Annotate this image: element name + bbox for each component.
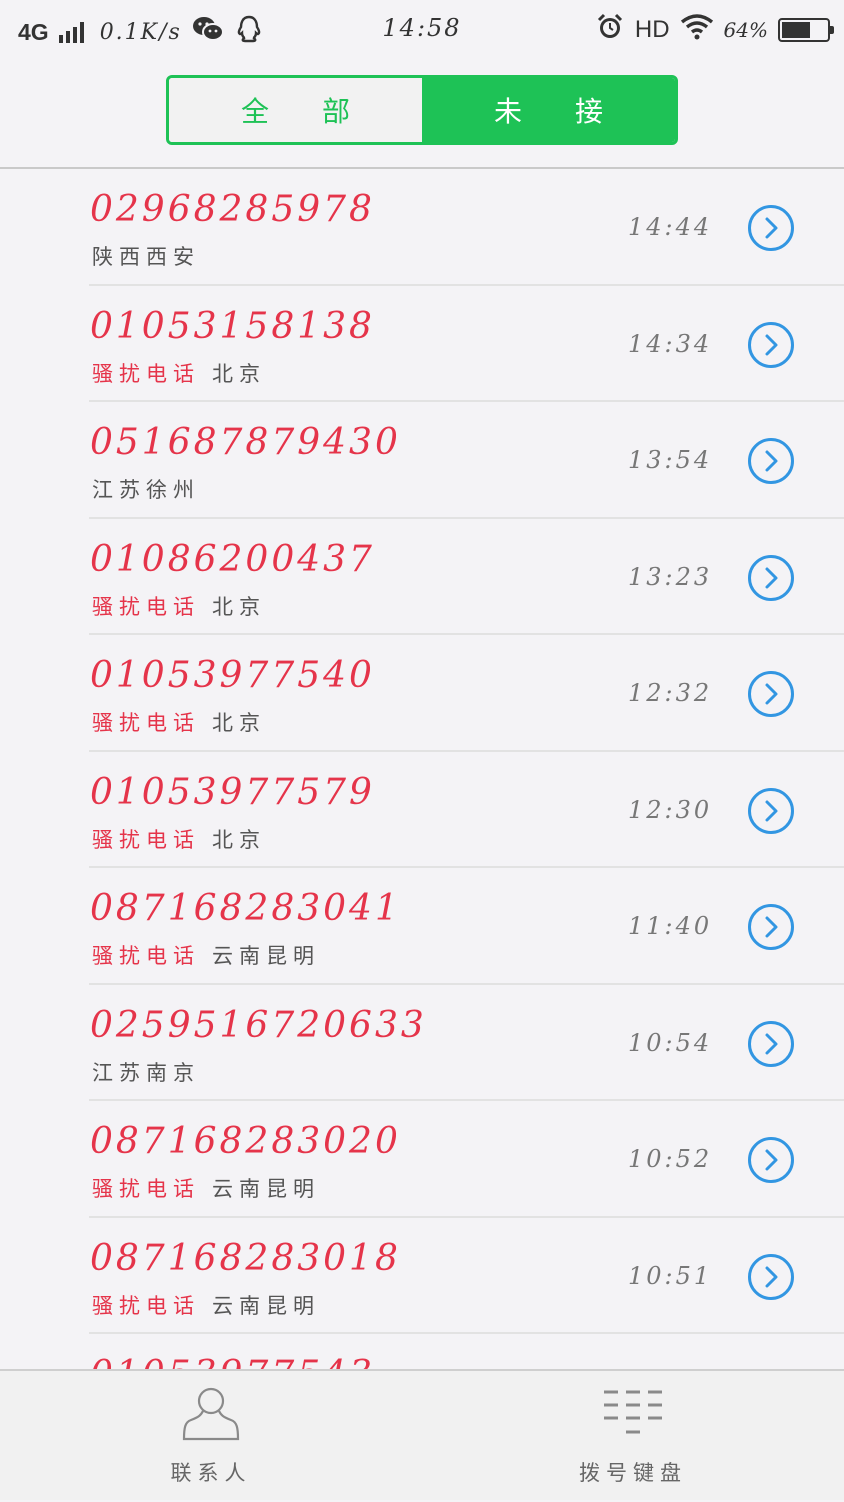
call-info: 江苏南京 [92, 1057, 200, 1087]
call-location: 陕西西安 [92, 245, 200, 269]
call-location: 北京 [212, 827, 266, 852]
call-row[interactable]: 01053977579 骚扰电话 北京 12:30 [0, 752, 844, 869]
call-number: 0259516720633 [90, 1004, 427, 1046]
battery-percent: 64% [723, 18, 768, 42]
call-number: 01053158138 [90, 305, 375, 347]
call-time: 14:34 [628, 329, 713, 358]
status-right: HD 64% [595, 12, 834, 48]
call-info: 陕西西安 [92, 241, 200, 271]
call-location: 北京 [212, 711, 266, 735]
detail-arrow-icon[interactable] [748, 438, 794, 484]
call-time: 14:44 [628, 213, 713, 241]
spam-tag: 骚扰电话 [92, 944, 200, 968]
tab-missed[interactable]: 未 接 [422, 78, 675, 142]
spam-tag: 骚扰电话 [92, 711, 200, 735]
spam-tag: 骚扰电话 [92, 1177, 200, 1201]
call-row[interactable]: 0259516720633 江苏南京 10:54 [0, 985, 844, 1102]
call-number: 01053977540 [90, 655, 375, 696]
call-row[interactable]: 01053158138 骚扰电话 北京 14:34 [0, 286, 844, 403]
contacts-icon [181, 1383, 241, 1443]
call-info: 骚扰电话 云南昆明 [92, 1290, 320, 1320]
call-location: 云南昆明 [212, 1293, 320, 1318]
detail-arrow-icon[interactable] [748, 321, 794, 368]
call-location: 云南昆明 [212, 944, 320, 968]
call-time: 10:54 [628, 1028, 713, 1057]
hd-indicator: HD [634, 16, 670, 43]
call-info: 骚扰电话 云南昆明 [92, 1173, 320, 1203]
detail-arrow-icon[interactable] [748, 904, 794, 950]
call-number: 087168283041 [90, 888, 401, 929]
call-location: 北京 [212, 594, 266, 619]
call-time: 12:30 [628, 795, 713, 824]
alarm-icon [595, 12, 625, 48]
contacts-button[interactable]: 联系人 [0, 1371, 422, 1502]
spam-tag: 骚扰电话 [92, 827, 200, 852]
call-row[interactable]: 087168283018 骚扰电话 云南昆明 10:51 [0, 1218, 844, 1335]
call-number: 01053977543 [90, 1354, 375, 1369]
detail-arrow-icon[interactable] [748, 1137, 794, 1183]
contacts-label: 联系人 [170, 1461, 252, 1485]
call-row[interactable]: 01086200437 骚扰电话 北京 13:23 [0, 519, 844, 636]
spam-tag: 骚扰电话 [92, 1293, 200, 1318]
detail-arrow-icon[interactable] [748, 554, 794, 601]
call-time: 13:54 [628, 446, 713, 474]
call-time: 10:52 [628, 1145, 713, 1173]
call-filter-tabs: 全 部 未 接 [166, 75, 678, 145]
status-bar: 4G 0.1K/s 14:58 HD 64% [0, 0, 844, 60]
spam-tag: 骚扰电话 [92, 594, 200, 619]
call-location: 江苏徐州 [92, 478, 200, 502]
call-number: 087168283018 [90, 1237, 401, 1279]
battery-icon [778, 18, 834, 42]
call-location: 北京 [212, 361, 266, 386]
call-number: 02968285978 [90, 189, 375, 230]
detail-arrow-icon[interactable] [748, 671, 794, 717]
call-number: 051687879430 [90, 422, 401, 463]
call-time: 11:40 [628, 912, 713, 940]
call-number: 01053977579 [90, 771, 375, 813]
call-time: 13:23 [628, 562, 713, 591]
call-log-list[interactable]: 02968285978 陕西西安 14:44 01053158138 骚扰电话 北京 14:… [0, 169, 844, 1369]
detail-arrow-icon[interactable] [748, 205, 794, 251]
wifi-icon [680, 14, 714, 46]
spam-tag: 骚扰电话 [92, 361, 200, 386]
detail-arrow-icon[interactable] [748, 787, 794, 834]
call-info: 骚扰电话 北京 [92, 591, 266, 621]
call-time: 12:32 [628, 679, 713, 707]
call-row[interactable]: 01053977543 [0, 1334, 844, 1369]
dialpad-label: 拨号键盘 [579, 1461, 687, 1485]
bottom-nav: 联系人 拨号键盘 [0, 1369, 844, 1500]
dialpad-button[interactable]: 拨号键盘 [422, 1371, 844, 1502]
detail-arrow-icon[interactable] [748, 1253, 794, 1300]
call-row[interactable]: 01053977540 骚扰电话 北京 12:32 [0, 635, 844, 752]
call-row[interactable]: 02968285978 陕西西安 14:44 [0, 169, 844, 286]
call-location: 江苏南京 [92, 1060, 200, 1085]
call-info: 骚扰电话 云南昆明 [92, 940, 320, 970]
call-info: 江苏徐州 [92, 474, 200, 504]
dialpad-icon [602, 1383, 664, 1443]
call-time: 10:51 [628, 1261, 713, 1290]
call-info: 骚扰电话 北京 [92, 707, 266, 737]
call-row[interactable]: 087168283020 骚扰电话 云南昆明 10:52 [0, 1101, 844, 1218]
battery-fill [782, 22, 811, 38]
tab-all[interactable]: 全 部 [169, 78, 422, 142]
call-row[interactable]: 087168283041 骚扰电话 云南昆明 11:40 [0, 868, 844, 985]
call-row[interactable]: 051687879430 江苏徐州 13:54 [0, 402, 844, 519]
call-info: 骚扰电话 北京 [92, 358, 266, 388]
call-number: 01086200437 [90, 538, 375, 580]
detail-arrow-icon[interactable] [748, 1020, 794, 1067]
call-location: 云南昆明 [212, 1177, 320, 1201]
call-number: 087168283020 [90, 1121, 401, 1162]
call-info: 骚扰电话 北京 [92, 824, 266, 854]
